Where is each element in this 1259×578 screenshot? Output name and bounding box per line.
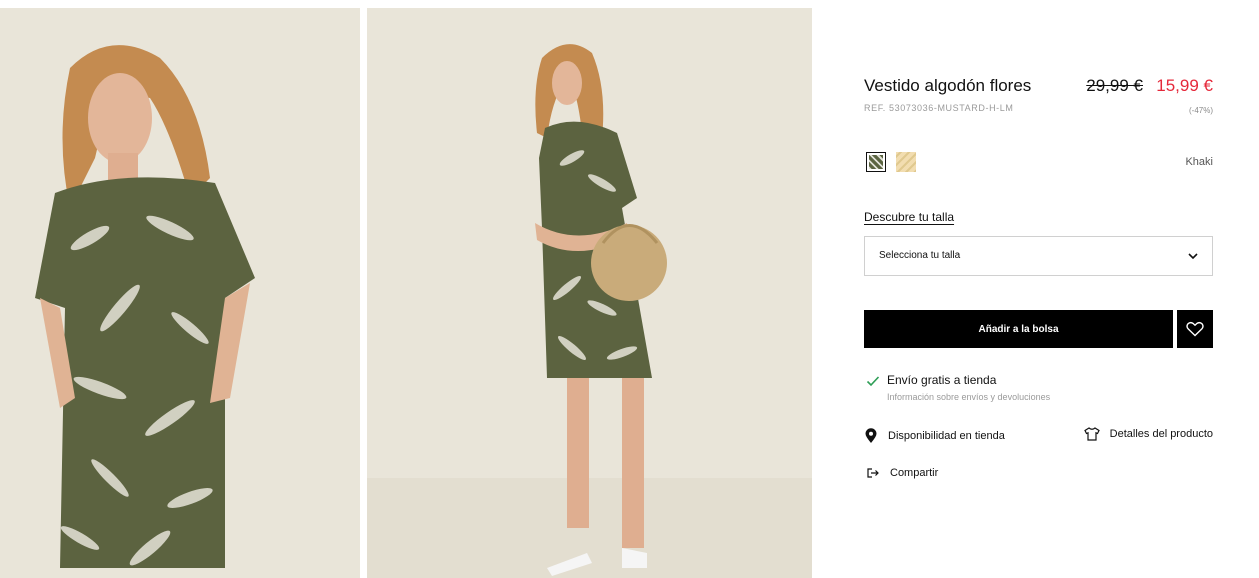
free-shipping-text: Envío gratis a tienda	[887, 373, 997, 387]
product-photo-full[interactable]	[367, 8, 812, 578]
shipping-info-link[interactable]: Información sobre envíos y devoluciones	[887, 392, 1050, 402]
favorite-button[interactable]	[1177, 310, 1213, 348]
selected-color-name: Khaki	[1185, 156, 1213, 168]
product-panel: Vestido algodón flores REF. 53073036-MUS…	[864, 0, 1213, 578]
product-details-link[interactable]: Detalles del producto	[1083, 427, 1213, 441]
tshirt-icon	[1083, 427, 1100, 441]
shipping-info: Envío gratis a tienda Información sobre …	[864, 372, 1213, 412]
share-link[interactable]: Compartir	[866, 467, 938, 479]
original-price: 29,99 €	[1086, 76, 1143, 95]
discount-badge: (-47%)	[1188, 106, 1213, 115]
product-details-label: Detalles del producto	[1109, 428, 1213, 440]
check-icon	[866, 376, 880, 387]
size-select-label: Selecciona tu talla	[879, 250, 961, 261]
size-select[interactable]: Selecciona tu talla	[864, 236, 1213, 276]
size-guide-link[interactable]: Descubre tu talla	[864, 210, 954, 224]
sale-price: 15,99 €	[1156, 76, 1213, 95]
share-icon	[867, 468, 879, 478]
product-reference: REF. 53073036-MUSTARD-H-LM	[864, 103, 1014, 113]
chevron-down-icon	[1188, 253, 1198, 260]
store-availability-link[interactable]: Disponibilidad en tienda	[864, 428, 1005, 444]
color-swatch-mustard[interactable]	[896, 152, 916, 172]
store-availability-label: Disponibilidad en tienda	[888, 430, 1005, 442]
color-swatch-khaki[interactable]	[866, 152, 886, 172]
heart-icon	[1186, 321, 1204, 337]
model-photo-fullbody	[367, 8, 812, 578]
share-label: Compartir	[890, 467, 939, 479]
add-to-bag-label: Añadir a la bolsa	[978, 323, 1059, 335]
product-title: Vestido algodón flores	[864, 76, 1032, 95]
product-gallery	[0, 0, 812, 578]
product-photo-front[interactable]	[0, 8, 360, 578]
location-pin-icon	[865, 428, 877, 443]
add-to-bag-button[interactable]: Añadir a la bolsa	[864, 310, 1173, 348]
model-photo-closeup	[0, 8, 360, 578]
